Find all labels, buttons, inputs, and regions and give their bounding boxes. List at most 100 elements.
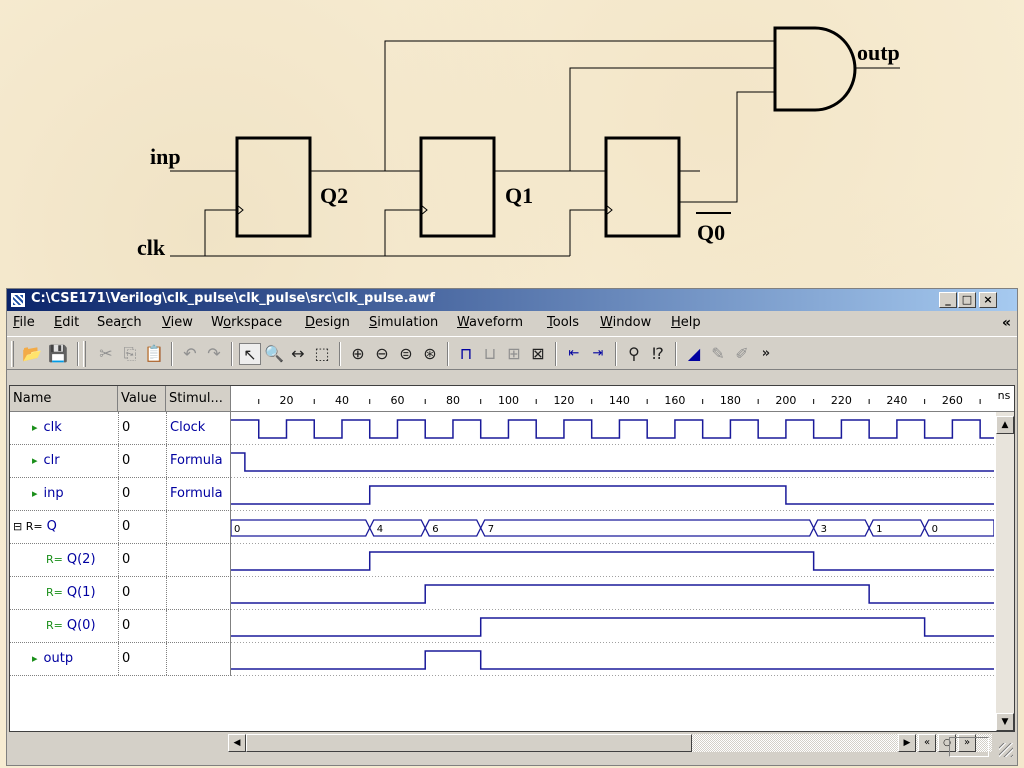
zoom-fit-icon[interactable]: ⊛ [419,343,441,365]
measure-icon[interactable]: ↔ [287,343,309,365]
column-header-stimulus[interactable]: Stimul... [166,386,231,412]
zoom-icon[interactable]: 🔍 [263,343,285,365]
close-button[interactable]: × [979,292,997,308]
signal-name: Q(0) [66,618,96,633]
zoom-range-icon[interactable]: ⊜ [395,343,417,365]
select-icon[interactable]: ⬚ [311,343,333,365]
signal-stimulus [166,511,231,543]
pointer-icon[interactable]: ↖ [239,343,261,365]
toolbar-separator [447,342,449,366]
signal-name-cell[interactable]: ▸ clr [10,445,118,477]
add-signal-icon[interactable]: ⊓ [455,343,477,365]
horizontal-scroll-area: ◀ ▶ « ○ » [9,732,1015,754]
title-bar[interactable]: C:\CSE171\Verilog\clk_pulse\clk_pulse\sr… [7,289,1017,311]
signal-name-cell[interactable]: ▸ inp [10,478,118,510]
signal-row[interactable]: ▸ inp 0 Formula [10,478,231,511]
column-header-name[interactable]: Name [10,386,118,412]
circuit-schematic: inp clk Q2 Q1 Q0 outp [137,26,900,260]
signal-name-cell[interactable]: R= Q(1) [10,577,118,609]
scroll-thumb[interactable] [246,734,692,752]
waveform-area[interactable]: 0 4 6 7 3 1 0 [231,412,994,728]
find-icon[interactable]: ⚲ [623,343,645,365]
signal-row[interactable]: ⊟ R= Q 0 [10,511,231,544]
signal-value: 0 [118,511,166,543]
save-icon[interactable]: 💾 [47,343,69,365]
toolbar-grip[interactable] [83,341,86,367]
cut-icon[interactable]: ✂ [95,343,117,365]
signal-name-cell[interactable]: ▸ clk [10,412,118,444]
clear-all-icon[interactable]: ✐ [731,343,753,365]
label-inp: inp [150,144,181,169]
app-icon[interactable] [10,292,26,308]
copy-icon[interactable]: ⎘ [119,343,141,365]
signal-name-cell[interactable]: R= Q(0) [10,610,118,642]
signal-value: 0 [118,445,166,477]
maximize-button[interactable]: □ [958,292,976,308]
column-header-value[interactable]: Value [118,386,166,412]
scroll-right-button[interactable]: ▶ [898,734,916,752]
input-signal-icon: ▸ [32,421,38,434]
signal-row[interactable]: ▸ outp 0 [10,643,231,676]
menu-item-2[interactable]: Search [97,315,142,330]
stimulator-icon[interactable]: ⊠ [527,343,549,365]
scroll-left-button[interactable]: ◀ [228,734,246,752]
signal-row[interactable]: R= Q(2) 0 [10,544,231,577]
find-next-icon[interactable]: ⁉ [647,343,669,365]
clear-marker-icon[interactable]: ✎ [707,343,729,365]
toolbar-separator [77,342,79,366]
zoom-prev-button[interactable]: « [918,734,936,752]
menu-item-8[interactable]: Tools [547,315,579,330]
signal-row[interactable]: R= Q(1) 0 [10,577,231,610]
toolbar-grip[interactable] [11,341,14,367]
vertical-scrollbar[interactable]: ▲ ▼ [996,412,1014,731]
menu-item-9[interactable]: Window [600,315,651,330]
signal-name: clk [43,420,62,435]
waveform-outp [231,650,994,670]
menu-item-4[interactable]: Workspace [211,315,282,330]
marker-icon[interactable]: ◢ [683,343,705,365]
signal-row[interactable]: ▸ clr 0 Formula [10,445,231,478]
toolbar: 📂 💾 ✂ ⎘ 📋 ↶ ↷ ↖ 🔍 ↔ ⬚ ⊕ ⊖ ⊜ ⊛ ⊓ ⊔ ⊞ ⊠ ⇤ … [7,336,1017,370]
signal-row[interactable]: ▸ clk 0 Clock [10,412,231,445]
redo-icon[interactable]: ↷ [203,343,225,365]
bus-right-icon[interactable]: ⇥ [587,343,609,365]
menu-item-1[interactable]: Edit [54,315,79,330]
menu-item-5[interactable]: Design [305,315,350,330]
label-q0: Q0 [697,220,725,245]
time-ruler[interactable]: 20 40 60 80 100 120 140 160 180 200 220 240 260 [231,386,994,412]
open-folder-icon[interactable]: 📂 [21,343,43,365]
signal-name-cell[interactable]: ⊟ R= Q [10,511,118,543]
menu-item-10[interactable]: Help [671,315,701,330]
bus-left-icon[interactable]: ⇤ [563,343,585,365]
signal-value: 0 [118,412,166,444]
menu-item-3[interactable]: View [162,315,193,330]
group-icon[interactable]: ⊞ [503,343,525,365]
minimize-button[interactable]: _ [939,292,957,308]
paste-icon[interactable]: 📋 [143,343,165,365]
register-icon: R= [46,619,63,632]
signal-row[interactable]: R= Q(0) 0 [10,610,231,643]
zoom-in-icon[interactable]: ⊕ [347,343,369,365]
signal-value: 0 [118,577,166,609]
menu-item-0[interactable]: File [13,315,35,330]
menu-overflow-icon[interactable]: « [1002,315,1011,331]
horizontal-scrollbar[interactable]: ◀ ▶ « ○ » [228,734,992,752]
scroll-up-button[interactable]: ▲ [996,416,1014,434]
window-title: C:\CSE171\Verilog\clk_pulse\clk_pulse\sr… [31,291,435,306]
scroll-down-button[interactable]: ▼ [996,713,1014,731]
signal-value: 0 [118,478,166,510]
zoom-out-icon[interactable]: ⊖ [371,343,393,365]
toolbar-separator [171,342,173,366]
resize-grip[interactable] [999,743,1013,757]
ruler-label: 240 [886,394,907,407]
signal-name-cell[interactable]: ▸ outp [10,643,118,675]
signal-name-cell[interactable]: R= Q(2) [10,544,118,576]
toolbar-overflow-icon[interactable]: » [755,343,777,365]
menu-item-7[interactable]: Waveform [457,315,523,330]
remove-signal-icon[interactable]: ⊔ [479,343,501,365]
waveform-panel: Name Value Stimul... 20 40 60 80 100 120 140 16… [9,385,1015,732]
signal-stimulus [166,544,231,576]
menu-item-6[interactable]: Simulation [369,315,438,330]
undo-icon[interactable]: ↶ [179,343,201,365]
signal-value: 0 [118,643,166,675]
